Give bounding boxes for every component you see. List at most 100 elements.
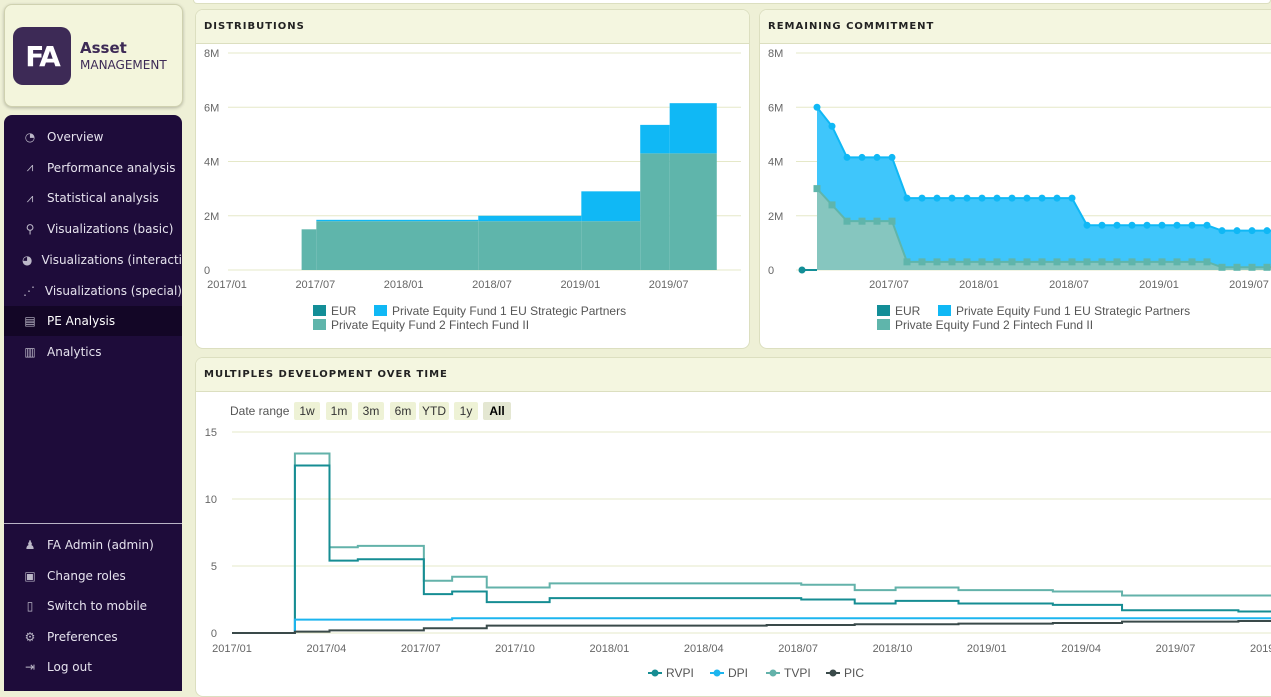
bar-fund1: [669, 103, 717, 154]
sidebar-item-label: Visualizations (basic): [47, 222, 174, 237]
point-fund2: [1173, 258, 1181, 266]
x-tick-label: 2019/04: [1061, 643, 1101, 655]
y-tick-label: 4M: [204, 157, 219, 169]
point-fund1: [1023, 194, 1031, 202]
legend-label: DPI: [728, 666, 748, 680]
x-tick-label: 2017/07: [869, 279, 909, 291]
point-fund2: [1053, 258, 1061, 266]
x-tick-label: 2019/07: [1156, 643, 1196, 655]
sidebar-item-preferences[interactable]: ⚙ Preferences: [4, 622, 182, 652]
x-tick-label: 2018/07: [778, 643, 818, 655]
distributions-chart[interactable]: 0 2M 4M 6M 8M 2017/01 2017/07 2018/01 2018/07 201…: [196, 44, 750, 349]
point-fund2: [933, 258, 941, 266]
point-fund2: [903, 258, 911, 266]
sidebar-item-switch-to-mobile[interactable]: ▯ Switch to mobile: [4, 591, 182, 621]
point-fund1: [993, 194, 1001, 202]
legend-label: TVPI: [784, 666, 811, 680]
point-fund2: [813, 185, 821, 193]
dashboard-icon: ◔: [24, 130, 36, 144]
point-fund2: [843, 217, 851, 225]
point-fund2: [993, 258, 1001, 266]
x-tick-label: 2018/01: [590, 643, 630, 655]
x-tick-label: 2018/07: [1049, 279, 1089, 291]
x-tick-label: 2017/07: [401, 643, 441, 655]
legend-label: Private Equity Fund 2 Fintech Fund II: [331, 318, 529, 332]
point-fund2: [978, 258, 986, 266]
remaining-commitment-title: REMAINING COMMITMENT: [760, 10, 1271, 44]
point-fund1: [1173, 221, 1181, 229]
x-tick-label: 2018/10: [873, 643, 913, 655]
sidebar-item-label: FA Admin (admin): [47, 538, 154, 552]
statistics-chart-icon: ⩘: [26, 190, 34, 205]
bar-fund2: [669, 153, 717, 270]
line-tvpi: [232, 452, 1271, 634]
brand-title: Asset: [80, 39, 127, 57]
point-fund1: [1038, 194, 1046, 202]
point-fund2: [888, 217, 896, 225]
sidebar-item-pe-analysis[interactable]: ▤ PE Analysis: [4, 306, 182, 337]
brand-logo[interactable]: FA Asset MANAGEMENT: [4, 4, 183, 107]
y-tick-label: 8M: [204, 48, 219, 60]
multiples-panel: MULTIPLES DEVELOPMENT OVER TIME Date ran…: [195, 357, 1271, 697]
point-fund1: [978, 194, 986, 202]
sidebar-item-visualizations-interactive[interactable]: ◕ Visualizations (interactive): [4, 245, 182, 275]
point-fund2: [1218, 263, 1226, 271]
point-fund2: [1248, 263, 1256, 271]
x-tick-label: 2018/07: [472, 279, 512, 291]
bar-fund2: [301, 229, 317, 270]
legend-marker: [651, 669, 659, 677]
sidebar-item-log-out[interactable]: ⇥ Log out: [4, 652, 182, 682]
point-fund1: [888, 153, 896, 161]
sidebar-item-visualizations-special[interactable]: ⋰ Visualizations (special): [4, 276, 182, 306]
legend-swatch: [877, 305, 890, 316]
sidebar-item-performance-analysis[interactable]: ⩘ Performance analysis: [4, 153, 182, 183]
sidebar-item-overview[interactable]: ◔ Overview: [4, 122, 182, 152]
point-fund1: [1143, 221, 1151, 229]
visualization-basic-icon: ⚲: [25, 222, 35, 237]
x-tick-label: 2019/07: [649, 279, 689, 291]
remaining-commitment-panel: REMAINING COMMITMENT 0 2M 4M 6M 8M 2017/07 201…: [759, 9, 1271, 349]
point-fund1: [1068, 194, 1076, 202]
distributions-panel: DISTRIBUTIONS 0 2M 4M 6M 8M 2017/01 2017/07 201…: [195, 9, 750, 349]
y-tick-label: 10: [205, 494, 217, 506]
sidebar-item-visualizations-basic[interactable]: ⚲ Visualizations (basic): [4, 214, 182, 244]
x-tick-label: 2019/07: [1229, 279, 1269, 291]
point-fund2: [1068, 258, 1076, 266]
sidebar-item-fa-admin-admin[interactable]: ♟ FA Admin (admin): [4, 530, 182, 560]
user-icon: ♟: [24, 538, 36, 552]
point-fund1: [1203, 221, 1211, 229]
legend-label: PIC: [844, 666, 864, 680]
x-tick-label: 2019/01: [967, 643, 1007, 655]
legend-marker: [769, 669, 777, 677]
x-tick-label: 2017/10: [495, 643, 535, 655]
point-fund2: [1113, 258, 1121, 266]
x-tick-label: 2018/04: [684, 643, 724, 655]
point-fund1: [1098, 221, 1106, 229]
legend-swatch: [877, 319, 890, 330]
x-tick-label: 2017/01: [207, 279, 247, 291]
point-fund2: [963, 258, 971, 266]
performance-chart-icon: ⩘: [26, 160, 34, 175]
y-tick-label: 6M: [768, 102, 783, 114]
point-fund1: [1008, 194, 1016, 202]
sidebar-item-change-roles[interactable]: ▣ Change roles: [4, 561, 182, 591]
legend-label: RVPI: [666, 666, 694, 680]
point-fund2: [828, 201, 836, 209]
point-fund1: [813, 103, 821, 111]
multiples-chart[interactable]: 0 5 10 15 2017/01 2017/04 2017/07 2017/10 2018/0…: [196, 392, 1271, 697]
point-fund2: [1143, 258, 1151, 266]
sidebar-item-analytics[interactable]: ▥ Analytics: [4, 337, 182, 367]
analytics-icon: ▥: [24, 344, 36, 359]
sidebar-item-statistical-analysis[interactable]: ⩘ Statistical analysis: [4, 183, 182, 213]
line-rvpi: [232, 464, 1271, 634]
point-fund2: [1023, 258, 1031, 266]
point-fund1: [1233, 227, 1241, 235]
point-eur: [798, 266, 806, 274]
point-fund2: [1128, 258, 1136, 266]
remaining-commitment-chart[interactable]: 0 2M 4M 6M 8M 2017/07 2018/01 2018/07 2019/01 201…: [760, 44, 1271, 349]
sidebar-item-label: Visualizations (interactive): [41, 252, 182, 267]
bar-fund2: [478, 221, 582, 270]
bar-fund2: [640, 153, 670, 270]
legend-marker: [713, 669, 721, 677]
point-fund2: [1158, 258, 1166, 266]
